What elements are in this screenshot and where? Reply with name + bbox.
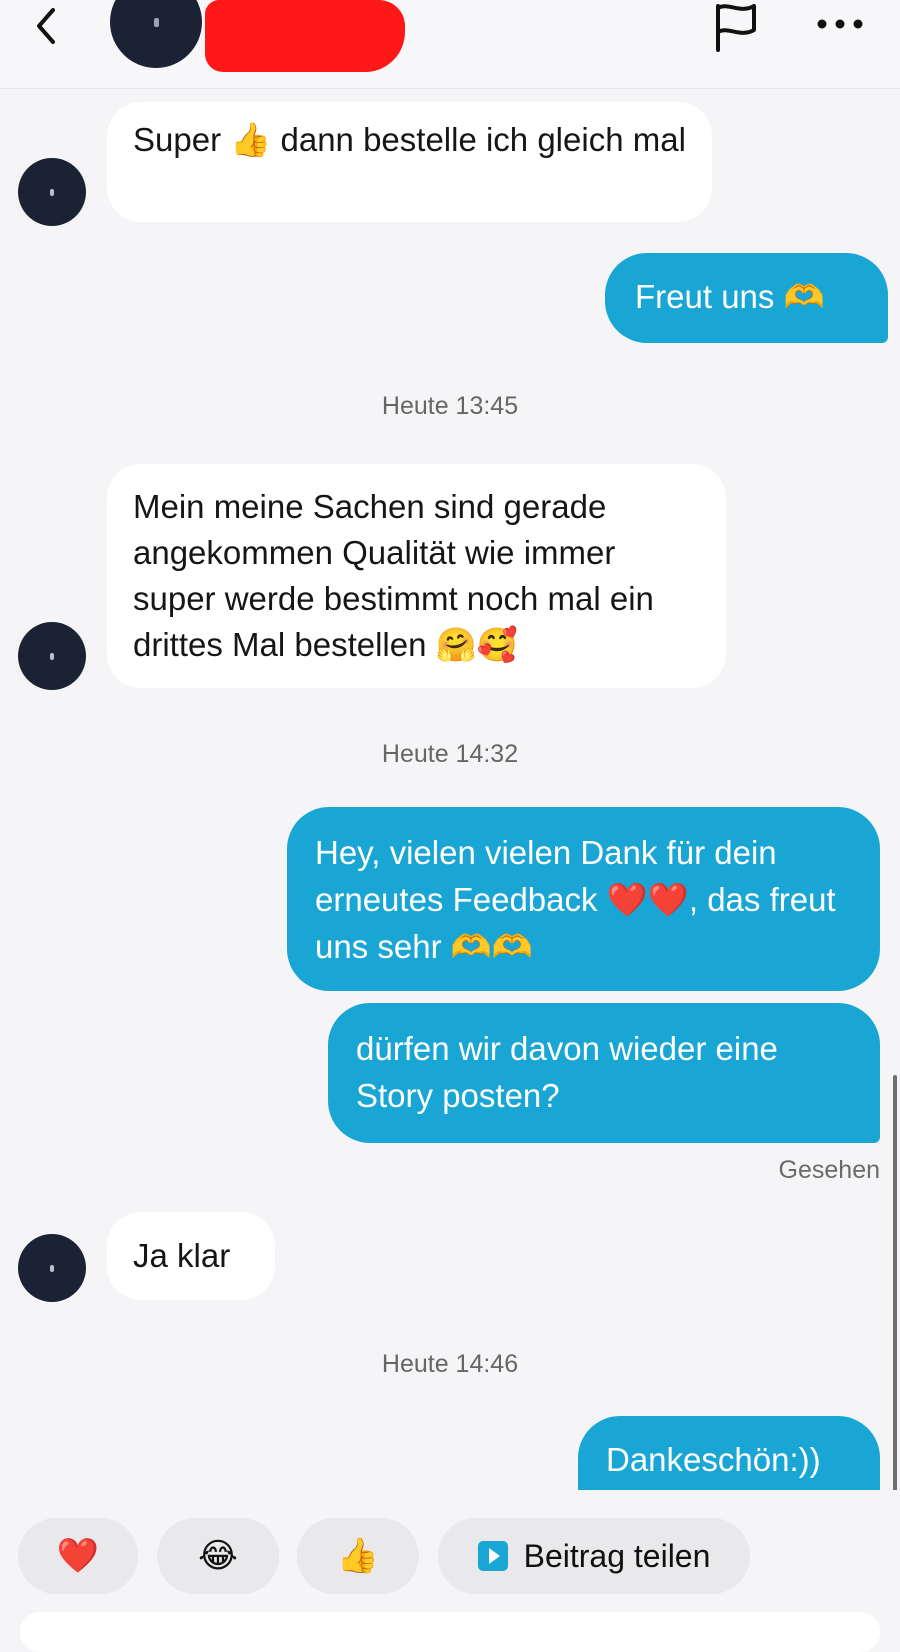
- react-laugh-button[interactable]: 😂: [157, 1518, 279, 1594]
- timestamp: Heute 13:45: [381, 392, 519, 420]
- incoming-message[interactable]: Super 👍 dann bestelle ich gleich mal: [107, 102, 712, 222]
- contact-avatar[interactable]: [110, 0, 202, 68]
- message-text: Hey, vielen vielen Dank für dein erneute…: [315, 834, 836, 965]
- outgoing-message[interactable]: Hey, vielen vielen Dank für dein erneute…: [287, 807, 880, 991]
- laugh-icon: 😂: [198, 1536, 238, 1576]
- react-thumbs-up-button[interactable]: 👍: [297, 1518, 419, 1594]
- chevron-left-icon: [37, 8, 55, 44]
- timestamp: Heute 14:46: [381, 1350, 519, 1378]
- quick-reaction-bar: ❤️ 😂 👍 Beitrag teilen: [0, 1490, 900, 1631]
- redacted-contact-name: [205, 0, 405, 72]
- message-text: Ja klar: [133, 1237, 231, 1274]
- message-text: Super 👍 dann bestelle ich gleich mal: [133, 121, 686, 158]
- timestamp: Heute 14:32: [381, 740, 519, 768]
- message-text: Freut uns 🫶: [635, 278, 825, 315]
- incoming-message[interactable]: Ja klar: [107, 1212, 275, 1300]
- outgoing-message[interactable]: Freut uns 🫶: [605, 253, 888, 343]
- scrollbar[interactable]: [893, 1075, 897, 1495]
- outgoing-message[interactable]: dürfen wir davon wieder eine Story poste…: [328, 1003, 880, 1143]
- message-text: dürfen wir davon wieder eine Story poste…: [356, 1030, 778, 1114]
- chat-header: [0, 0, 900, 89]
- message-text: Mein meine Sachen sind gerade angekommen…: [133, 488, 654, 663]
- sender-avatar[interactable]: [18, 622, 86, 690]
- sender-avatar[interactable]: [18, 158, 86, 226]
- back-button[interactable]: [22, 2, 70, 50]
- more-horizontal-icon: [817, 19, 863, 29]
- more-options-button[interactable]: [812, 6, 868, 42]
- thumbs-up-icon: 👍: [336, 1536, 380, 1576]
- heart-icon: ❤️: [56, 1536, 100, 1576]
- flag-icon: [716, 4, 756, 52]
- incoming-message[interactable]: Mein meine Sachen sind gerade angekommen…: [107, 464, 726, 688]
- share-post-label: Beitrag teilen: [523, 1537, 711, 1574]
- play-icon: [477, 1541, 508, 1571]
- sender-avatar[interactable]: [18, 1234, 86, 1302]
- message-text: Dankeschön:)): [606, 1441, 821, 1478]
- share-post-button[interactable]: Beitrag teilen: [438, 1518, 750, 1594]
- react-heart-button[interactable]: ❤️: [18, 1518, 138, 1594]
- seen-status: Gesehen: [778, 1156, 880, 1184]
- message-input[interactable]: [20, 1612, 880, 1652]
- report-button[interactable]: [710, 0, 766, 56]
